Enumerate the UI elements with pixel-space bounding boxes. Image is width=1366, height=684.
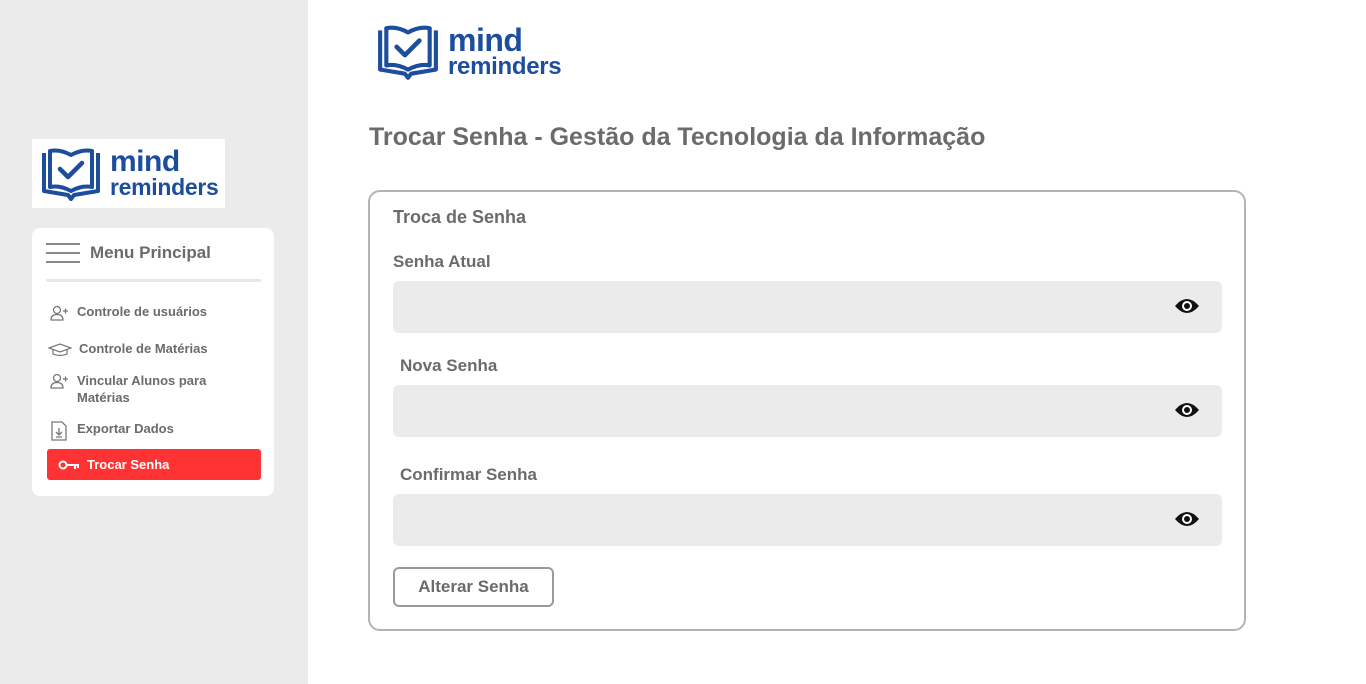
file-download-icon <box>47 421 71 441</box>
change-password-card: Troca de Senha Senha Atual Nova Senha Co… <box>368 190 1246 631</box>
sidebar-item-label: Controle de usuários <box>77 304 208 319</box>
logo-wordmark: mind reminders <box>110 145 219 200</box>
graduation-cap-icon <box>47 341 73 359</box>
menu-header: Menu Principal <box>46 242 211 264</box>
key-icon <box>57 456 81 474</box>
sidebar-item-change-password[interactable]: Trocar Senha <box>47 449 261 480</box>
current-password-field <box>393 281 1222 333</box>
sidebar-item-link-students[interactable]: Vincular Alunos para Matérias <box>47 372 261 406</box>
logo-line1: mind <box>110 145 180 179</box>
sidebar-item-label: Trocar Senha <box>87 457 170 472</box>
card-title: Troca de Senha <box>393 207 527 227</box>
confirm-password-label: Confirmar Senha <box>400 465 537 484</box>
logo-wordmark: mind reminders <box>448 22 562 80</box>
sidebar-item-label: Vincular Alunos para Matérias <box>77 373 207 405</box>
header-logo: mind reminders <box>376 22 562 80</box>
hamburger-icon[interactable] <box>46 243 80 263</box>
book-check-logo-icon <box>378 25 438 80</box>
new-password-field <box>393 385 1222 437</box>
new-password-label: Nova Senha <box>400 356 498 375</box>
confirm-password-field <box>393 494 1222 546</box>
logo-line2: reminders <box>448 52 562 80</box>
confirm-password-input[interactable] <box>393 494 1222 546</box>
change-password-button[interactable]: Alterar Senha <box>393 567 554 607</box>
sidebar-item-label: Controle de Matérias <box>79 341 208 356</box>
new-password-input[interactable] <box>393 385 1222 437</box>
eye-icon[interactable] <box>1174 296 1200 316</box>
eye-icon[interactable] <box>1174 400 1200 420</box>
sidebar-item-label: Exportar Dados <box>77 421 174 436</box>
menu-divider <box>46 279 261 282</box>
current-password-input[interactable] <box>393 281 1222 333</box>
sidebar-logo: mind reminders <box>32 139 225 208</box>
logo-line2: reminders <box>110 173 219 200</box>
sidebar-item-subjects[interactable]: Controle de Matérias <box>47 341 261 359</box>
eye-icon[interactable] <box>1174 509 1200 529</box>
sidebar-item-users[interactable]: Controle de usuários <box>47 304 261 322</box>
page-title: Trocar Senha - Gestão da Tecnologia da I… <box>369 123 986 151</box>
user-add-icon <box>47 372 71 390</box>
sidebar-item-export[interactable]: Exportar Dados <box>47 421 261 441</box>
book-check-logo-icon <box>42 148 100 201</box>
logo-line1: mind <box>448 22 523 59</box>
user-add-icon <box>47 304 71 322</box>
sidebar: mind reminders Menu Principal Controle d… <box>0 0 308 684</box>
menu-title: Menu Principal <box>90 243 211 262</box>
current-password-label: Senha Atual <box>393 252 491 271</box>
main-menu: Menu Principal Controle de usuários Cont… <box>32 228 274 496</box>
